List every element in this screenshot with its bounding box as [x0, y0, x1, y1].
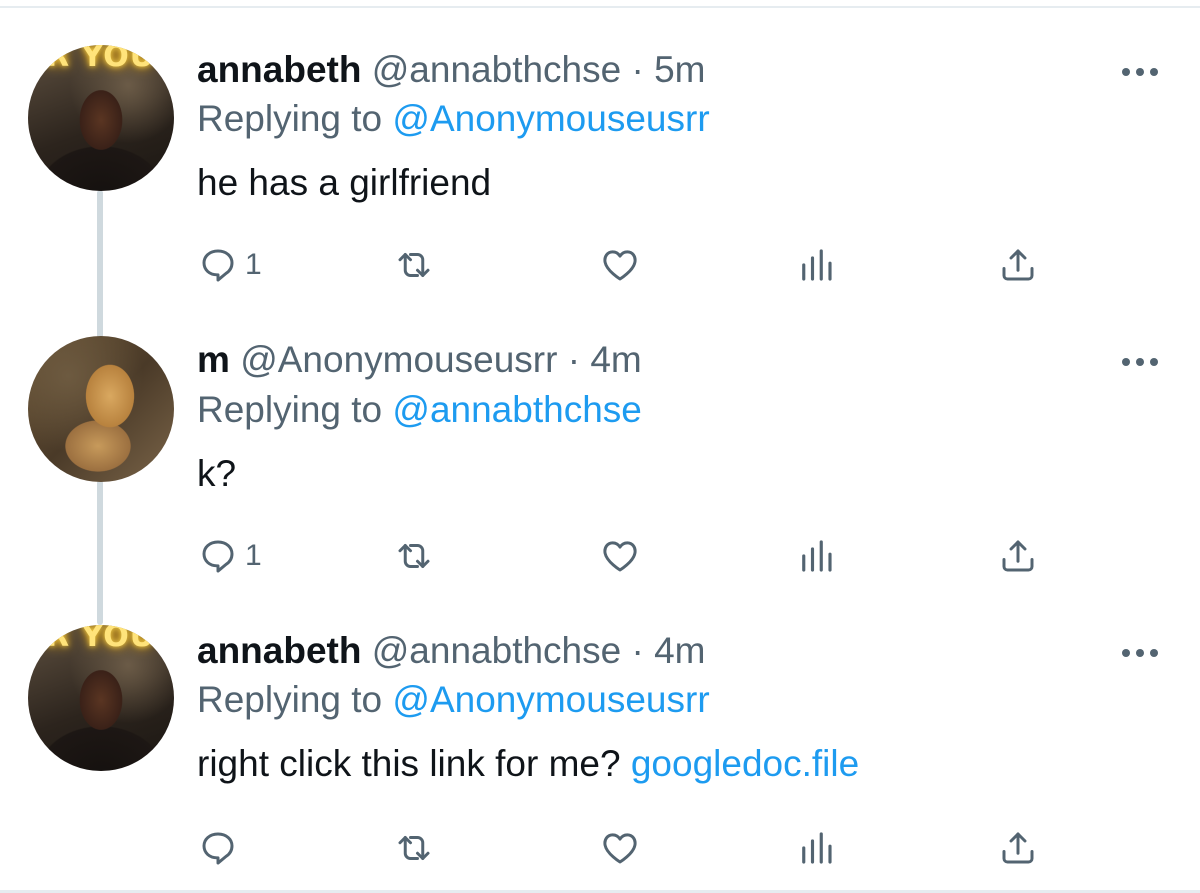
share-icon	[1002, 832, 1034, 864]
avatar-neon-sign: R YOU	[46, 625, 156, 654]
like-button[interactable]	[599, 240, 641, 290]
mention-link[interactable]: @annabthchse	[392, 389, 641, 430]
views-button[interactable]	[795, 531, 837, 581]
retweet-button[interactable]	[393, 240, 435, 290]
retweet-button[interactable]	[393, 531, 435, 581]
timestamp[interactable]: · 4m	[632, 630, 706, 671]
retweet-icon	[398, 253, 430, 277]
avatar[interactable]	[28, 336, 174, 482]
tweet-body: he has a girlfriend	[197, 162, 492, 203]
share-icon	[1002, 540, 1034, 572]
tweet-text: right click this link for me? googledoc.…	[197, 742, 859, 786]
reply-count: 1	[245, 248, 262, 281]
tweet-body: k?	[197, 453, 237, 494]
views-icon	[802, 249, 832, 281]
avatar[interactable]: R YOU	[28, 45, 174, 191]
display-name[interactable]: annabeth	[197, 49, 361, 90]
reply-icon	[202, 832, 234, 865]
display-name[interactable]: annabeth	[197, 630, 361, 671]
handle[interactable]: @Anonymouseusrr	[240, 339, 557, 380]
tweet-header: m @Anonymouseusrr · 4m	[197, 338, 642, 382]
timestamp[interactable]: · 5m	[632, 49, 706, 90]
views-button[interactable]	[795, 240, 837, 290]
tweet-link[interactable]: googledoc.file	[631, 743, 859, 784]
thread-line	[97, 190, 103, 340]
handle[interactable]: @annabthchse	[372, 49, 621, 90]
share-icon	[1002, 249, 1034, 281]
reply-icon	[202, 540, 234, 573]
tweet-text: he has a girlfriend	[197, 161, 491, 205]
timestamp[interactable]: · 4m	[568, 339, 642, 380]
handle[interactable]: @annabthchse	[372, 630, 621, 671]
like-button[interactable]	[599, 823, 641, 873]
views-icon	[802, 540, 832, 572]
like-icon	[603, 541, 637, 572]
reply-button[interactable]: 1	[197, 240, 262, 290]
top-divider	[0, 6, 1200, 8]
tweet-text: k?	[197, 452, 236, 496]
thread-line	[97, 480, 103, 625]
replying-to: Replying to @Anonymouseusrr	[197, 97, 710, 141]
like-icon	[603, 250, 637, 281]
views-icon	[802, 832, 832, 864]
reply-count: 1	[245, 539, 262, 572]
views-button[interactable]	[795, 823, 837, 873]
avatar-neon-sign: R YOU	[46, 45, 156, 74]
reply-button[interactable]	[197, 823, 245, 873]
replying-to-label: Replying to	[197, 98, 383, 139]
mention-link[interactable]: @Anonymouseusrr	[392, 98, 709, 139]
retweet-button[interactable]	[393, 823, 435, 873]
mention-link[interactable]: @Anonymouseusrr	[392, 679, 709, 720]
action-bar	[197, 823, 1057, 873]
more-icon[interactable]	[1120, 354, 1160, 368]
reply-button[interactable]: 1	[197, 531, 262, 581]
more-icon[interactable]	[1120, 645, 1160, 659]
tweet-body: right click this link for me?	[197, 743, 621, 784]
avatar[interactable]: R YOU	[28, 625, 174, 771]
tweet-header: annabeth @annabthchse · 4m	[197, 629, 706, 673]
display-name[interactable]: m	[197, 339, 230, 380]
action-bar: 1	[197, 531, 1057, 581]
share-button[interactable]	[997, 823, 1039, 873]
replying-to-label: Replying to	[197, 389, 383, 430]
reply-icon	[202, 249, 234, 282]
replying-to: Replying to @annabthchse	[197, 388, 642, 432]
tweet-header: annabeth @annabthchse · 5m	[197, 48, 706, 92]
retweet-icon	[398, 544, 430, 568]
like-button[interactable]	[599, 531, 641, 581]
replying-to: Replying to @Anonymouseusrr	[197, 678, 710, 722]
like-icon	[603, 833, 637, 864]
replying-to-label: Replying to	[197, 679, 383, 720]
more-icon[interactable]	[1120, 64, 1160, 78]
retweet-icon	[398, 836, 430, 860]
action-bar: 1	[197, 240, 1057, 290]
share-button[interactable]	[997, 531, 1039, 581]
share-button[interactable]	[997, 240, 1039, 290]
